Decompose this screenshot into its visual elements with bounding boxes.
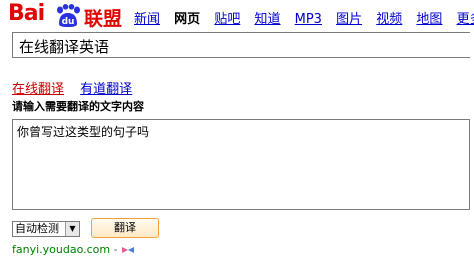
- nav-map[interactable]: 地图: [416, 8, 442, 27]
- nav-more[interactable]: 更多: [457, 8, 474, 27]
- language-select-value: 自动检测: [15, 222, 59, 235]
- baidu-union-logo[interactable]: Bai du 联盟: [8, 1, 124, 30]
- nav-tieba[interactable]: 贴吧: [214, 8, 240, 27]
- translator-tabs: 在线翻译 有道翻译: [12, 78, 132, 97]
- dropdown-arrow-icon[interactable]: ▼: [65, 222, 79, 236]
- top-nav: 新闻 网页 贴吧 知道 MP3 图片 视频 地图 更多▼: [134, 8, 474, 27]
- translate-button[interactable]: 翻译: [91, 218, 159, 238]
- search-input[interactable]: 在线翻译英语: [12, 32, 470, 58]
- translate-instruction: 请输入需要翻译的文字内容: [12, 100, 144, 113]
- logo-paw-text: du: [62, 17, 75, 27]
- tab-online-translate[interactable]: 在线翻译: [12, 82, 64, 97]
- logo-text-lianmeng: 联盟: [84, 8, 123, 30]
- translate-textarea[interactable]: 你曾写过这类型的句子吗: [12, 119, 470, 210]
- nav-images[interactable]: 图片: [336, 8, 362, 27]
- nav-mp3[interactable]: MP3: [295, 12, 322, 27]
- baidu-paw-icon: du: [57, 4, 80, 27]
- language-select[interactable]: 自动检测 ▼: [12, 221, 80, 237]
- nav-web-current: 网页: [174, 12, 201, 27]
- logo-text-bai: Bai: [8, 1, 45, 26]
- result-footer: fanyi.youdao.com -: [12, 243, 135, 256]
- source-url[interactable]: fanyi.youdao.com: [12, 243, 110, 256]
- footer-separator: -: [113, 243, 118, 256]
- nav-news[interactable]: 新闻: [134, 8, 160, 27]
- tab-youdao-translate[interactable]: 有道翻译: [80, 82, 132, 97]
- nav-zhidao[interactable]: 知道: [254, 8, 280, 27]
- snapshot-icon[interactable]: [121, 246, 135, 254]
- nav-video[interactable]: 视频: [376, 8, 402, 27]
